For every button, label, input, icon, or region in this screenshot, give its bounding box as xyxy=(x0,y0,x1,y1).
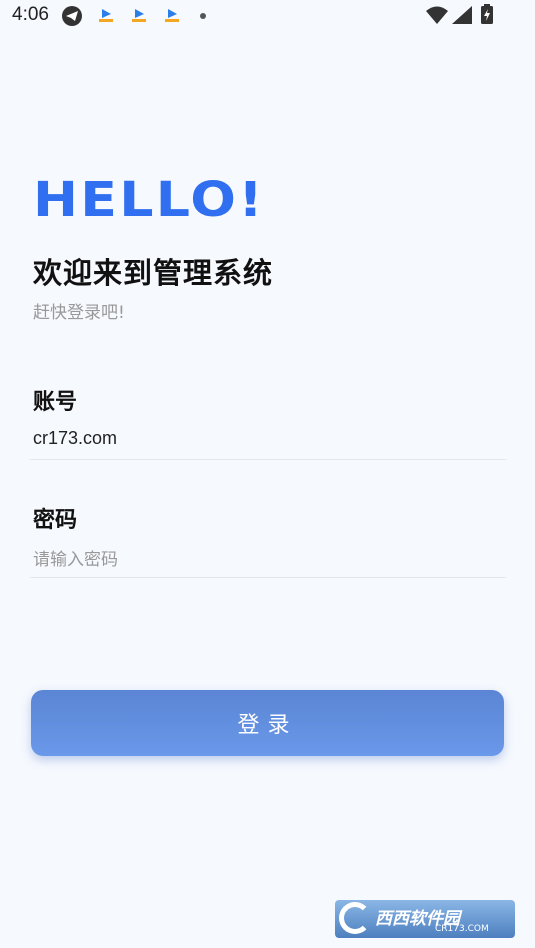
app-notification-icon xyxy=(132,9,146,22)
wifi-icon xyxy=(426,6,448,24)
account-divider xyxy=(30,459,506,460)
password-input[interactable]: 请输入密码 xyxy=(33,545,118,570)
app-notification-icon xyxy=(99,9,113,22)
password-label: 密码 xyxy=(33,508,78,533)
battery-charging-icon xyxy=(481,4,493,24)
more-dot-icon xyxy=(200,13,206,19)
telegram-icon xyxy=(62,6,82,26)
welcome-title: 欢迎来到管理系统 xyxy=(33,256,274,290)
signal-icon xyxy=(452,6,472,24)
hello-heading: HELLO! xyxy=(33,172,265,228)
status-bar: 4:06 xyxy=(0,0,535,32)
app-notification-icon xyxy=(165,9,179,22)
password-divider xyxy=(30,577,506,578)
welcome-subtitle: 赶快登录吧! xyxy=(33,303,125,323)
status-time: 4:06 xyxy=(12,4,49,25)
watermark-sub: CR173.COM xyxy=(435,924,489,934)
watermark-logo: 西西软件园 CR173.COM xyxy=(335,900,515,938)
account-input[interactable]: cr173.com xyxy=(33,428,117,449)
account-label: 账号 xyxy=(33,390,78,415)
login-button[interactable]: 登录 xyxy=(31,690,504,756)
watermark-c-icon xyxy=(339,902,371,934)
